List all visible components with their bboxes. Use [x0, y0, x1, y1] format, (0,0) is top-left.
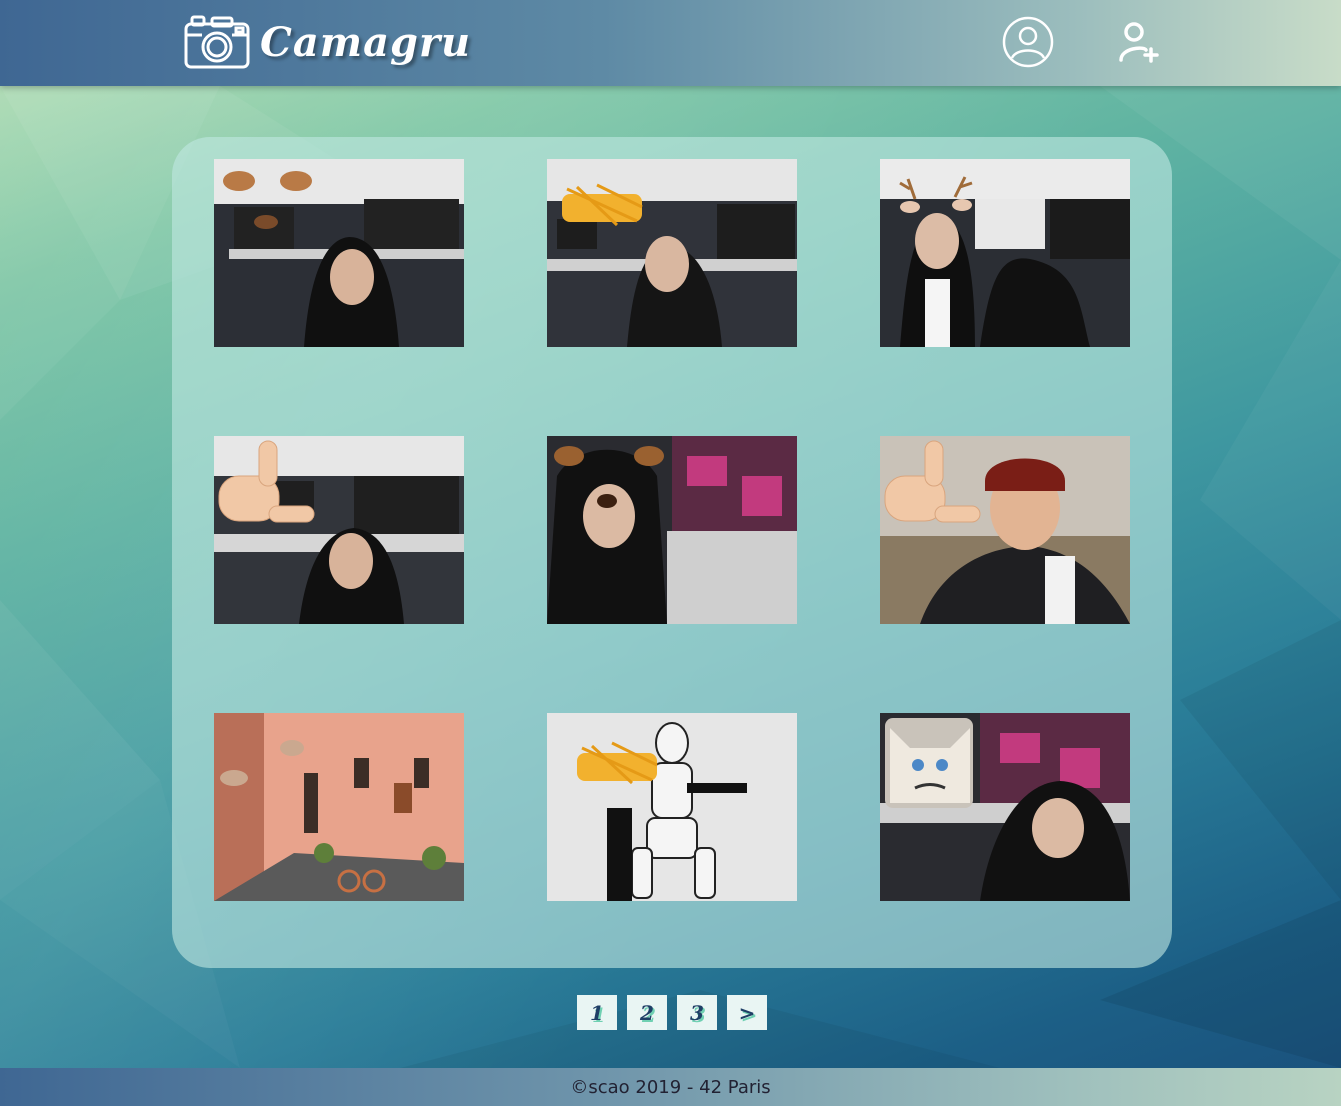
gallery-photo[interactable]	[880, 713, 1130, 901]
gallery-photo[interactable]	[214, 159, 464, 347]
top-bar: Camagru	[0, 0, 1341, 86]
photo-image	[547, 436, 797, 624]
gallery-photo[interactable]	[547, 713, 797, 901]
photo-image	[880, 159, 1130, 347]
photo-image	[214, 713, 464, 901]
app-title: Camagru	[260, 18, 472, 66]
photo-image	[547, 159, 797, 347]
page-2-button[interactable]: 2	[627, 995, 667, 1030]
gallery-photo[interactable]	[214, 713, 464, 901]
photo-image	[880, 713, 1130, 901]
page-1-button[interactable]: 1	[577, 995, 617, 1030]
footer-copyright: ©scao 2019 - 42 Paris	[570, 1076, 771, 1098]
gallery-photo[interactable]	[880, 436, 1130, 624]
page-3-button[interactable]: 3	[677, 995, 717, 1030]
gallery-photo[interactable]	[547, 436, 797, 624]
photo-image	[214, 436, 464, 624]
gallery-photo[interactable]	[214, 436, 464, 624]
user-plus-icon[interactable]	[1118, 20, 1160, 64]
photo-image	[547, 713, 797, 901]
photo-image	[880, 436, 1130, 624]
gallery-photo[interactable]	[547, 159, 797, 347]
footer: ©scao 2019 - 42 Paris	[0, 1068, 1341, 1106]
next-page-button[interactable]: >	[727, 995, 767, 1030]
gallery-photo[interactable]	[880, 159, 1130, 347]
photo-gallery	[172, 137, 1172, 968]
logo[interactable]: Camagru	[184, 14, 471, 70]
camera-icon	[184, 15, 250, 69]
user-circle-icon[interactable]	[1002, 16, 1054, 68]
photo-image	[214, 159, 464, 347]
pagination: 1 2 3 >	[577, 995, 767, 1030]
